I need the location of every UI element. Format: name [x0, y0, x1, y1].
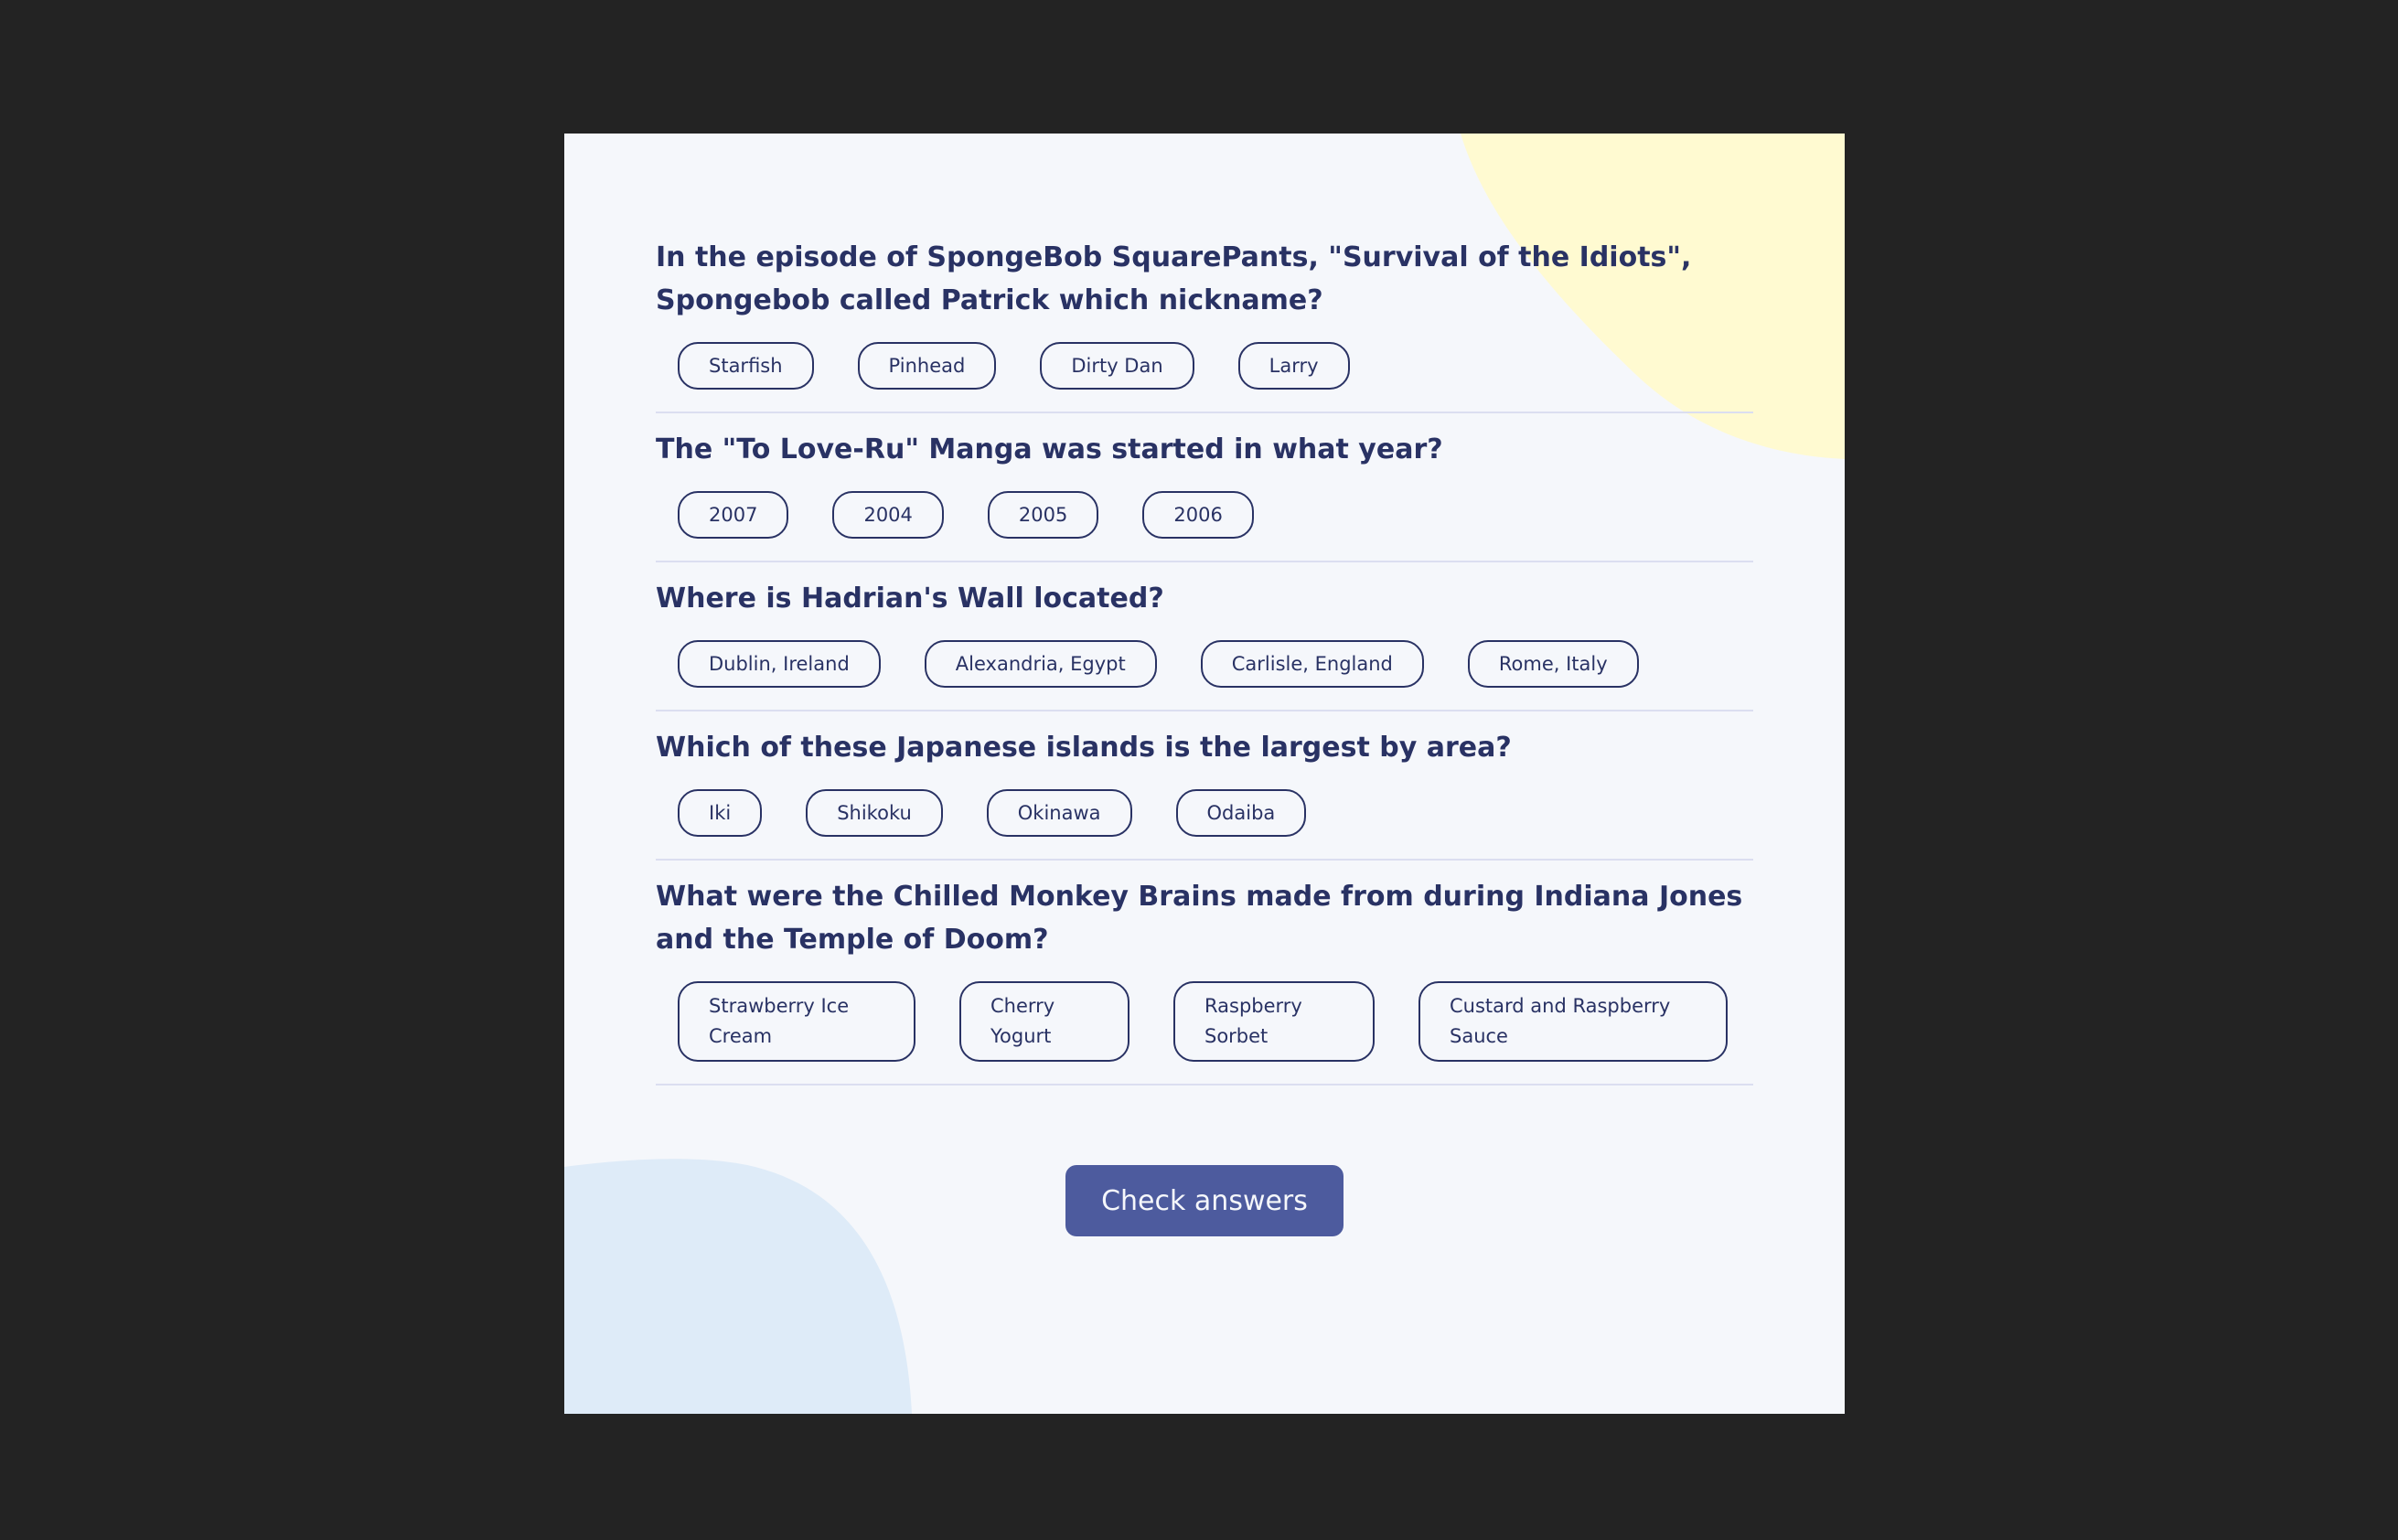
answer-option[interactable]: Alexandria, Egypt [924, 640, 1157, 688]
answer-option[interactable]: Rome, Italy [1467, 640, 1639, 688]
answer-option[interactable]: Iki [678, 789, 763, 837]
answer-option[interactable]: Cherry Yogurt [959, 981, 1129, 1062]
answer-option[interactable]: Dirty Dan [1040, 342, 1194, 390]
answer-option[interactable]: 2007 [678, 491, 789, 539]
answer-option[interactable]: Strawberry Ice Cream [678, 981, 915, 1062]
question-text: Which of these Japanese islands is the l… [656, 732, 1512, 764]
answer-option[interactable]: 2006 [1142, 491, 1254, 539]
answer-group: Iki Shikoku Okinawa Odaiba [656, 769, 1753, 859]
quiz-card: In the episode of SpongeBob SquarePants,… [564, 134, 1845, 1414]
answer-option[interactable]: Odaiba [1175, 789, 1307, 837]
question-block: Which of these Japanese islands is the l… [656, 711, 1753, 861]
answer-option[interactable]: 2005 [987, 491, 1099, 539]
answer-group: Dublin, Ireland Alexandria, Egypt Carlis… [656, 620, 1753, 710]
question-block: What were the Chilled Monkey Brains made… [656, 861, 1753, 1085]
question-block: The "To Love-Ru" Manga was started in wh… [656, 413, 1753, 562]
answer-group: Starfish Pinhead Dirty Dan Larry [656, 322, 1753, 412]
answer-group: Strawberry Ice Cream Cherry Yogurt Raspb… [656, 961, 1753, 1084]
question-block: Where is Hadrian's Wall located? Dublin,… [656, 562, 1753, 711]
answer-option[interactable]: Starfish [678, 342, 814, 390]
answer-option[interactable]: Okinawa [986, 789, 1132, 837]
answer-option[interactable]: Shikoku [806, 789, 943, 837]
answer-group: 2007 2004 2005 2006 [656, 471, 1753, 561]
answer-option[interactable]: Custard and Raspberry Sauce [1418, 981, 1728, 1062]
question-text: The "To Love-Ru" Manga was started in wh… [656, 433, 1443, 465]
answer-option[interactable]: Pinhead [857, 342, 997, 390]
question-text: In the episode of SpongeBob SquarePants,… [656, 241, 1692, 316]
answer-option[interactable]: 2004 [832, 491, 944, 539]
answer-option[interactable]: Raspberry Sorbet [1173, 981, 1375, 1062]
answer-option[interactable]: Larry [1237, 342, 1350, 390]
questions-list: In the episode of SpongeBob SquarePants,… [656, 221, 1753, 1085]
question-text: What were the Chilled Monkey Brains made… [656, 881, 1743, 956]
answer-option[interactable]: Carlisle, England [1200, 640, 1424, 688]
blue-blob-decoration [564, 1159, 912, 1414]
question-block: In the episode of SpongeBob SquarePants,… [656, 221, 1753, 413]
question-text: Where is Hadrian's Wall located? [656, 583, 1164, 615]
check-answers-button[interactable]: Check answers [1065, 1165, 1344, 1236]
answer-option[interactable]: Dublin, Ireland [678, 640, 881, 688]
